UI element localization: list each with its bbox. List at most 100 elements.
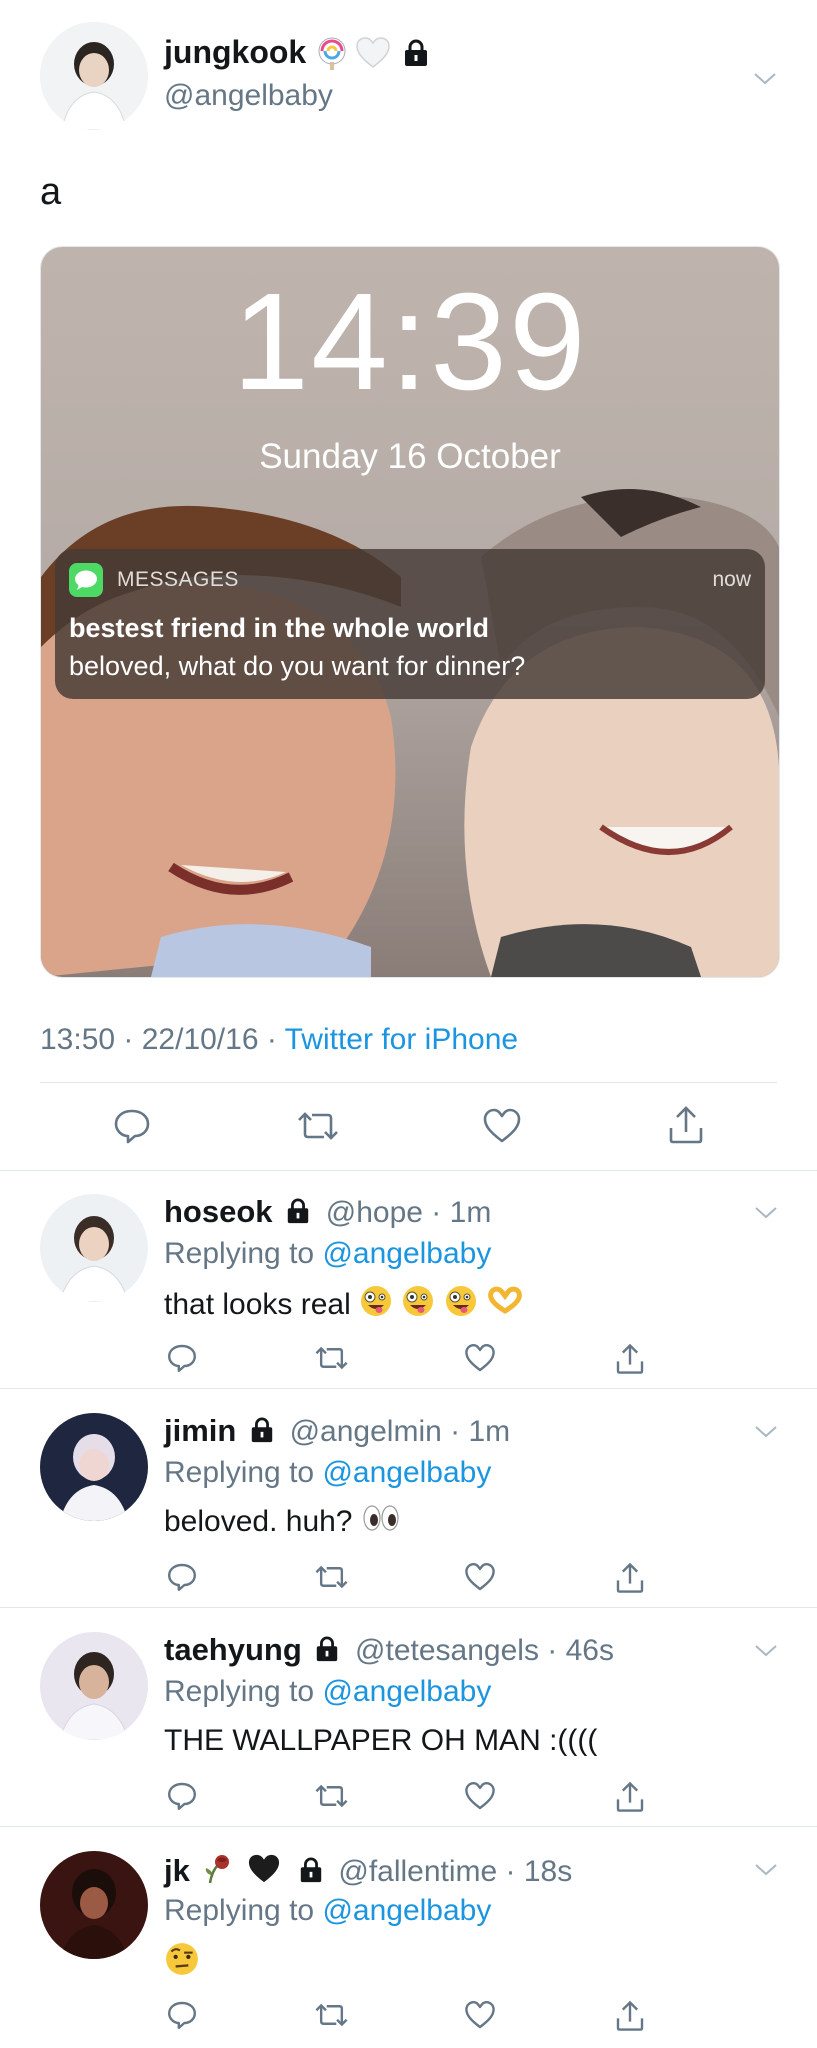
notification-message: beloved, what do you want for dinner? (69, 651, 526, 681)
replying-to-label: Replying to (164, 1675, 315, 1708)
replying-to-link[interactable]: @angelbaby (322, 1237, 491, 1270)
main-action-bar (0, 1102, 817, 1150)
meta-divider (40, 1082, 777, 1083)
messages-app-icon (69, 563, 103, 597)
reply-icon[interactable] (166, 1999, 198, 2031)
lock-icon (249, 1416, 275, 1444)
chevron-down-icon[interactable] (755, 1863, 777, 1876)
author-avatar[interactable] (40, 22, 148, 130)
reply-handle[interactable]: @tetesangels · 46s (355, 1634, 614, 1667)
retweet-icon[interactable] (314, 1999, 349, 2031)
reply-icon[interactable] (166, 1561, 198, 1593)
replying-to: Replying to @angelbaby (164, 1674, 491, 1710)
reply-tweet[interactable]: taehyung @tetesangels · 46s Replying to … (0, 1618, 817, 1826)
lockscreen-date: Sunday 16 October (259, 437, 561, 476)
reply-action-bar (164, 1999, 684, 2035)
reply-avatar[interactable] (40, 1413, 148, 1521)
reply-tweet[interactable]: jk @fallentime · 18s Replying to @angelb… (0, 1837, 817, 2048)
reply-display-name[interactable]: taehyung (164, 1632, 302, 1667)
replying-to-label: Replying to (164, 1456, 315, 1489)
reply-tweet[interactable]: hoseok @hope · 1m Replying to @angelbaby… (0, 1180, 817, 1388)
divider (0, 1607, 817, 1608)
replying-to-link[interactable]: @angelbaby (322, 1675, 491, 1708)
divider (0, 1388, 817, 1389)
chevron-down-icon[interactable] (754, 72, 776, 85)
reply-body: that looks real (164, 1287, 351, 1321)
lollipop-emoji (315, 36, 349, 70)
share-icon[interactable] (666, 1104, 706, 1146)
lock-icon (314, 1635, 340, 1663)
reply-action-bar (164, 1561, 684, 1597)
reply-action-bar (164, 1780, 684, 1816)
notification-time: now (712, 568, 751, 591)
reply-icon[interactable] (112, 1106, 152, 1146)
tweet-text: a (40, 171, 62, 213)
chevron-down-icon[interactable] (755, 1206, 777, 1219)
black-heart-emoji (247, 1853, 281, 1885)
zany-face-emoji (401, 1284, 435, 1328)
reply-handle[interactable]: @hope · 1m (326, 1196, 492, 1229)
like-icon[interactable] (464, 1561, 496, 1593)
replying-to-link[interactable]: @angelbaby (322, 1894, 491, 1927)
retweet-icon[interactable] (314, 1780, 349, 1812)
message-notification[interactable]: MESSAGES now bestest friend in the whole… (55, 549, 765, 699)
share-icon[interactable] (614, 1342, 646, 1376)
reply-text (164, 1941, 200, 1987)
author-display-name[interactable]: jungkook (164, 34, 306, 70)
reply-avatar[interactable] (40, 1851, 148, 1959)
reply-display-name[interactable]: hoseok (164, 1194, 273, 1229)
reply-icon[interactable] (166, 1780, 198, 1812)
reply-display-name[interactable]: jk (164, 1853, 190, 1888)
chevron-down-icon[interactable] (755, 1425, 777, 1438)
reply-text: THE WALLPAPER OH MAN :(((( (164, 1722, 597, 1760)
lock-icon (402, 38, 430, 68)
replying-to-link[interactable]: @angelbaby (322, 1456, 491, 1489)
white-heart-emoji (355, 36, 391, 70)
share-icon[interactable] (614, 1999, 646, 2033)
divider (0, 1826, 817, 1827)
reply-handle[interactable]: @fallentime · 18s (338, 1855, 572, 1888)
replying-to: Replying to @angelbaby (164, 1455, 491, 1491)
zany-face-emoji (444, 1284, 478, 1328)
zany-face-emoji (359, 1284, 393, 1328)
reply-display-name[interactable]: jimin (164, 1413, 236, 1448)
retweet-icon[interactable] (314, 1561, 349, 1593)
replying-to-label: Replying to (164, 1894, 315, 1927)
chevron-down-icon[interactable] (755, 1644, 777, 1657)
like-icon[interactable] (464, 1342, 496, 1374)
tweet-source-link[interactable]: Twitter for iPhone (285, 1023, 518, 1056)
replying-to: Replying to @angelbaby (164, 1893, 491, 1929)
reply-avatar[interactable] (40, 1632, 148, 1740)
author-name-row: jungkook (164, 34, 430, 74)
notification-app-name: MESSAGES (117, 568, 239, 591)
lockscreen-time: 14:39 (232, 265, 588, 419)
share-icon[interactable] (614, 1561, 646, 1595)
wilted-rose-emoji (202, 1851, 236, 1885)
tweet-meta: 13:50 · 22/10/16 · Twitter for iPhone (40, 1022, 518, 1058)
divider (0, 1170, 817, 1171)
reply-avatar[interactable] (40, 1194, 148, 1302)
retweet-icon[interactable] (296, 1106, 340, 1146)
like-icon[interactable] (464, 1780, 496, 1812)
raised-eyebrow-face-emoji (164, 1941, 200, 1987)
reply-name-row: jk @fallentime · 18s (164, 1851, 572, 1890)
tweet-timestamp: 13:50 · 22/10/16 · (40, 1023, 277, 1056)
reply-handle[interactable]: @angelmin · 1m (290, 1415, 511, 1448)
lock-icon (285, 1197, 311, 1225)
share-icon[interactable] (614, 1780, 646, 1814)
reply-tweet[interactable]: jimin @angelmin · 1m Replying to @angelb… (0, 1399, 817, 1607)
retweet-icon[interactable] (314, 1342, 349, 1374)
reply-text: that looks real (164, 1284, 524, 1328)
reply-action-bar (164, 1342, 684, 1378)
lock-icon (298, 1856, 324, 1884)
reply-name-row: hoseok @hope · 1m (164, 1194, 491, 1231)
like-icon[interactable] (464, 1999, 496, 2031)
author-handle[interactable]: @angelbaby (164, 78, 333, 114)
replying-to: Replying to @angelbaby (164, 1236, 491, 1272)
replying-to-label: Replying to (164, 1237, 315, 1270)
reply-icon[interactable] (166, 1342, 198, 1374)
like-icon[interactable] (482, 1106, 522, 1146)
reply-name-row: jimin @angelmin · 1m (164, 1413, 510, 1450)
reply-body: beloved. huh? (164, 1505, 353, 1538)
tweet-media[interactable]: 14:39 Sunday 16 October MESSAGES now bes… (40, 246, 780, 978)
